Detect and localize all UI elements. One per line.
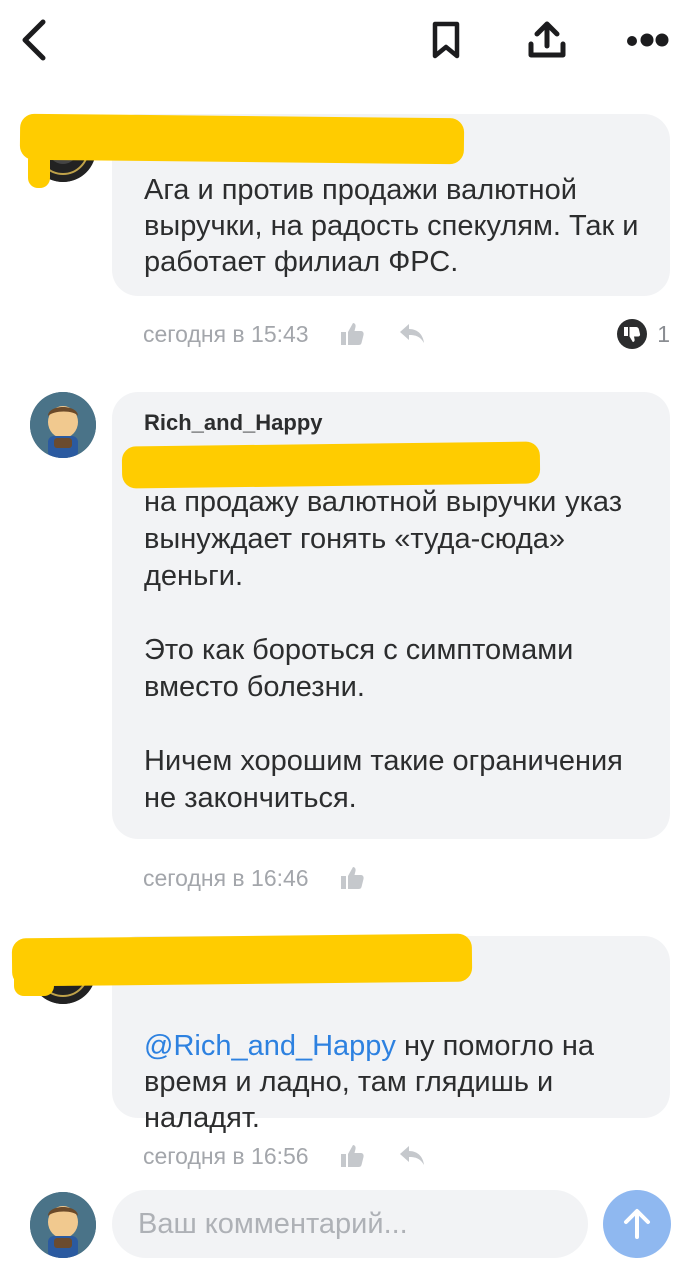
comment-meta: сегодня в 16:46 <box>143 863 397 893</box>
send-button[interactable] <box>603 1190 671 1258</box>
reply-arrow-icon <box>399 324 424 343</box>
thumb-up-icon <box>340 1145 364 1167</box>
thumb-up-icon <box>340 867 364 889</box>
comment-time: сегодня в 16:46 <box>143 864 309 891</box>
comment-text: Ага и против продажи валютной выручки, н… <box>144 174 639 278</box>
dislike-count: 1 <box>657 320 670 347</box>
author-redaction <box>19 113 465 165</box>
comment-meta: сегодня в 16:56 <box>143 1141 457 1171</box>
like-button[interactable] <box>337 319 367 349</box>
avatar[interactable] <box>30 392 96 458</box>
thumb-down-badge-icon <box>617 319 648 349</box>
my-avatar[interactable] <box>30 1192 96 1258</box>
reply-button[interactable] <box>397 1141 427 1171</box>
arrow-up-icon <box>624 1209 650 1239</box>
comment: Rich_and_Happy указ на продажу валютной … <box>0 392 700 902</box>
author-redaction-tail <box>28 150 50 188</box>
author-redaction <box>11 933 473 987</box>
share-upload-icon <box>528 21 566 58</box>
bookmark-button[interactable] <box>420 14 472 66</box>
reply-arrow-icon <box>399 1146 424 1165</box>
comment-text: на продажу валютной выручки вынуждает го… <box>144 486 623 814</box>
mention-redaction <box>121 441 541 489</box>
comment-meta: сегодня в 15:43 <box>143 319 457 349</box>
more-button[interactable] <box>618 14 676 66</box>
comment-time: сегодня в 16:56 <box>143 1142 309 1169</box>
back-button[interactable] <box>8 14 60 66</box>
comment: @Rich_and_Happy ну помогло на время и ла… <box>0 933 700 1174</box>
vault-boy-avatar-icon <box>30 392 96 458</box>
dislike-indicator[interactable]: 1 <box>617 319 670 349</box>
share-button[interactable] <box>520 12 574 66</box>
chevron-left-icon <box>22 19 46 61</box>
comment-author[interactable]: Rich_and_Happy <box>144 410 323 436</box>
vault-boy-avatar-icon <box>30 1192 96 1258</box>
comment: Ага и против продажи валютной выручки, н… <box>0 110 700 360</box>
bookmark-icon <box>432 21 460 59</box>
thumb-up-icon <box>340 323 364 345</box>
like-button[interactable] <box>337 863 367 893</box>
top-bar <box>0 0 700 88</box>
comment-text: @Rich_and_Happy ну помогло на время и ла… <box>144 992 644 1136</box>
more-dots-icon <box>627 33 669 47</box>
comments-screen: Ага и против продажи валютной выручки, н… <box>0 0 700 1280</box>
comment-input[interactable] <box>112 1190 588 1258</box>
author-redaction-tail <box>14 964 54 996</box>
reply-button[interactable] <box>397 319 427 349</box>
like-button[interactable] <box>337 1141 367 1171</box>
mention-link[interactable]: @Rich_and_Happy <box>144 1030 396 1062</box>
comment-time: сегодня в 15:43 <box>143 320 309 347</box>
comment-composer <box>0 1185 700 1265</box>
